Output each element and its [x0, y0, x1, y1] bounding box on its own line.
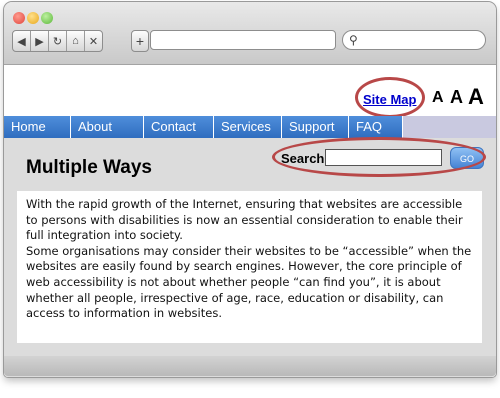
browser-search-field[interactable]: ⚲ [342, 30, 486, 50]
page-header: Site Map A A A [4, 65, 496, 118]
font-size-medium-button[interactable]: A [450, 87, 463, 108]
minimize-window-button[interactable] [27, 12, 39, 24]
back-icon[interactable]: ◀ [13, 31, 31, 51]
navigation-buttons: ◀ ▶ ↻ ⌂ ✕ [12, 30, 103, 52]
paragraph: Some organisations may consider their we… [26, 243, 472, 321]
home-icon[interactable]: ⌂ [67, 31, 85, 51]
menu-item-support[interactable]: Support [282, 116, 349, 138]
address-bar[interactable] [150, 30, 336, 50]
main-menu: Home About Contact Services Support FAQ [4, 116, 496, 138]
reload-icon[interactable]: ↻ [49, 31, 67, 51]
font-size-small-button[interactable]: A [432, 89, 444, 107]
search-label: Search [281, 151, 325, 166]
forward-icon[interactable]: ▶ [31, 31, 49, 51]
menu-item-faq[interactable]: FAQ [349, 116, 403, 138]
stop-icon[interactable]: ✕ [85, 31, 102, 51]
zoom-window-button[interactable] [41, 12, 53, 24]
go-button[interactable]: GO [450, 147, 484, 169]
browser-toolbar: ◀ ▶ ↻ ⌂ ✕ + ⚲ [4, 2, 496, 65]
page-title: Multiple Ways [26, 157, 152, 178]
browser-status-bar [4, 356, 496, 376]
new-tab-button[interactable]: + [131, 30, 149, 52]
article-text: With the rapid growth of the Internet, e… [17, 191, 482, 343]
site-map-link[interactable]: Site Map [363, 92, 416, 107]
close-window-button[interactable] [13, 12, 25, 24]
menu-item-home[interactable]: Home [4, 116, 71, 138]
menu-item-about[interactable]: About [71, 116, 144, 138]
menu-filler [403, 116, 496, 138]
search-input[interactable] [325, 149, 442, 166]
font-size-large-button[interactable]: A [468, 84, 484, 110]
menu-item-contact[interactable]: Contact [144, 116, 214, 138]
web-page: Site Map A A A Home About Contact Servic… [4, 65, 496, 377]
paragraph: With the rapid growth of the Internet, e… [26, 197, 463, 243]
menu-item-services[interactable]: Services [214, 116, 282, 138]
browser-window: ◀ ▶ ↻ ⌂ ✕ + ⚲ Site Map A A A Home About … [4, 2, 496, 377]
search-icon: ⚲ [349, 33, 358, 47]
